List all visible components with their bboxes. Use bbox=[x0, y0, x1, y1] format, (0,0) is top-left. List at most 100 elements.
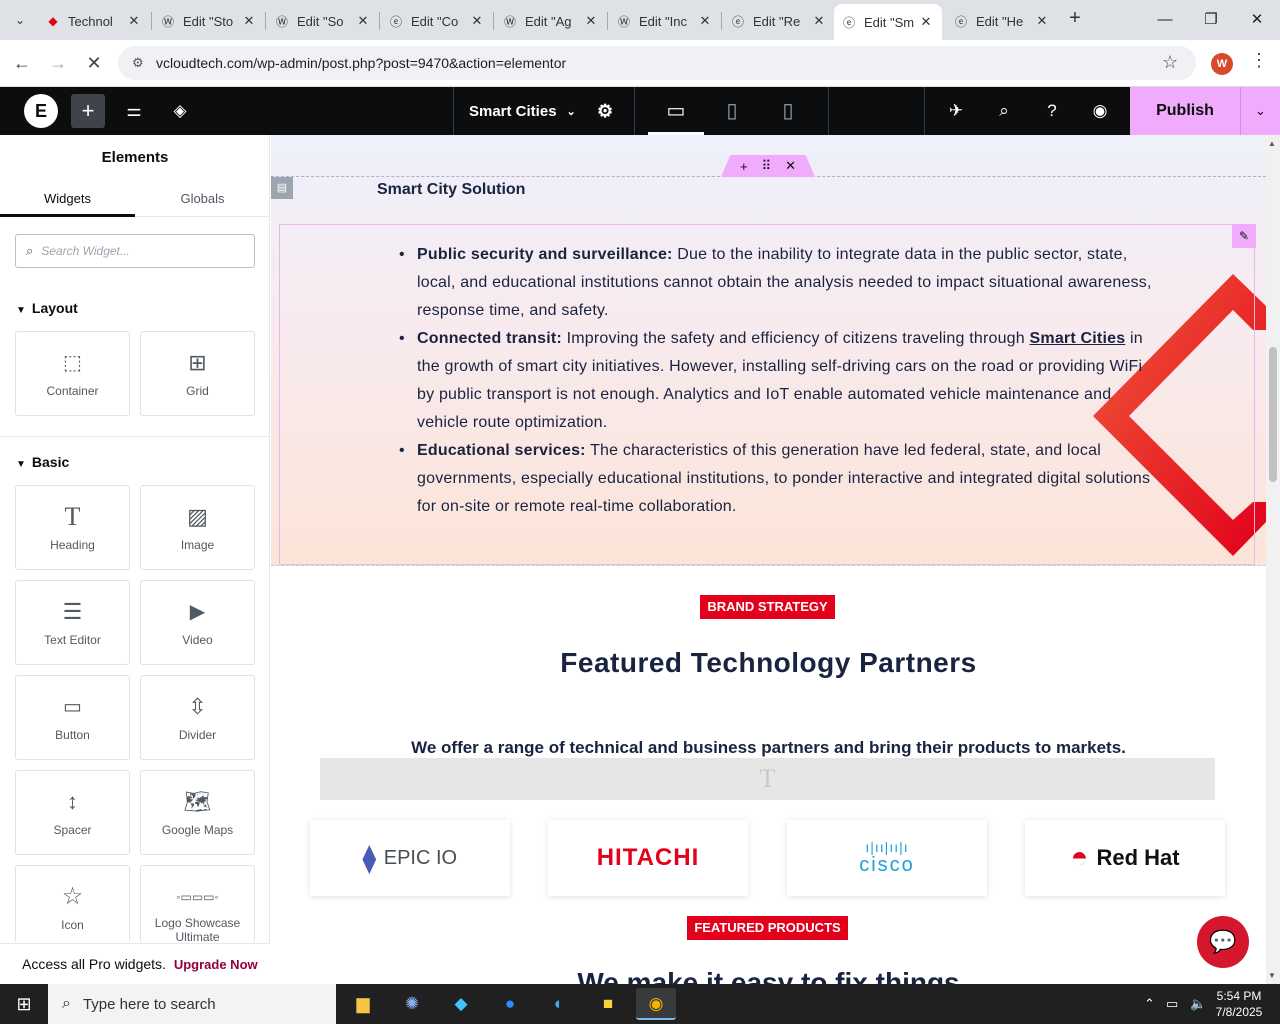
tab-globals[interactable]: Globals bbox=[135, 191, 270, 206]
taskbar-search-input[interactable]: ⌕ Type here to search bbox=[48, 984, 336, 1024]
stop-loading-icon[interactable]: ✕ bbox=[80, 50, 108, 76]
partner-name: Red Hat bbox=[1096, 845, 1180, 870]
windows-start-icon[interactable]: ⊞ bbox=[0, 984, 48, 1024]
gear-icon[interactable]: ⚙ bbox=[597, 101, 613, 122]
bookmark-star-icon[interactable]: ☆ bbox=[1162, 52, 1178, 73]
profile-avatar[interactable]: W bbox=[1211, 53, 1233, 75]
widget-grid[interactable]: ⊞ Grid bbox=[140, 331, 255, 416]
close-icon[interactable]: ✕ bbox=[583, 13, 599, 29]
category-basic[interactable]: ▼ Basic bbox=[16, 454, 69, 470]
browser-tab-active[interactable]: ⓔ Edit "Sm ✕ bbox=[834, 4, 942, 40]
tab-widgets[interactable]: Widgets bbox=[0, 191, 135, 217]
app-icon[interactable]: ◆ bbox=[441, 988, 481, 1020]
widget-logo-showcase[interactable]: ◦▭▭▭◦ Logo Showcase Ultimate bbox=[140, 865, 255, 944]
drag-handle-icon[interactable]: ⠿ bbox=[762, 158, 772, 174]
container-handle-icon[interactable]: ▤ bbox=[271, 177, 293, 199]
upgrade-now-link[interactable]: Upgrade Now bbox=[174, 957, 258, 972]
widget-text-editor[interactable]: ☰ Text Editor bbox=[15, 580, 130, 665]
mobile-view-icon[interactable]: ▯ bbox=[760, 87, 816, 135]
widget-button[interactable]: ▭ Button bbox=[15, 675, 130, 760]
smart-cities-link[interactable]: Smart Cities bbox=[1030, 330, 1126, 347]
browser-menu-icon[interactable]: ⋮ bbox=[1250, 50, 1268, 71]
document-settings[interactable]: Smart Cities ⌄ ⚙ bbox=[453, 87, 635, 135]
sticky-notes-icon[interactable]: ■ bbox=[588, 988, 628, 1020]
file-explorer-icon[interactable]: ▆ bbox=[343, 988, 383, 1020]
scroll-down-icon[interactable]: ▼ bbox=[1268, 971, 1276, 980]
widget-google-maps[interactable]: 🗺 Google Maps bbox=[140, 770, 255, 855]
back-icon[interactable]: ← bbox=[8, 50, 36, 76]
delete-section-icon[interactable]: ✕ bbox=[785, 158, 796, 174]
restore-icon[interactable]: ❐ bbox=[1188, 6, 1234, 34]
close-icon[interactable]: ✕ bbox=[469, 13, 485, 29]
tab-search-menu[interactable]: ⌄ bbox=[6, 8, 34, 32]
close-icon[interactable]: ✕ bbox=[918, 14, 934, 30]
partner-logo-cisco[interactable]: ı|ıı|ıı|ı cisco bbox=[787, 820, 987, 896]
publish-button[interactable]: Publish bbox=[1130, 87, 1240, 135]
window-close-icon[interactable]: ✕ bbox=[1234, 6, 1280, 34]
url-field[interactable]: ⚙ vcloudtech.com/wp-admin/post.php?post=… bbox=[118, 46, 1196, 80]
taskbar-search-placeholder: Type here to search bbox=[82, 995, 216, 1013]
forward-icon[interactable]: → bbox=[44, 50, 72, 76]
widget-video[interactable]: ▶ Video bbox=[140, 580, 255, 665]
chrome-icon[interactable]: ◉ bbox=[636, 988, 676, 1020]
category-layout[interactable]: ▼ Layout bbox=[16, 300, 78, 316]
preview-eye-icon[interactable]: ◉ bbox=[1088, 99, 1112, 123]
close-icon[interactable]: ✕ bbox=[697, 13, 713, 29]
clock[interactable]: 5:54 PM 7/8/2025 bbox=[1210, 988, 1268, 1020]
wordpress-icon: Ⓦ bbox=[503, 14, 516, 29]
scrollbar-thumb[interactable] bbox=[1269, 347, 1277, 482]
tablet-view-icon[interactable]: ▯ bbox=[704, 87, 760, 135]
add-section-icon[interactable]: + bbox=[740, 159, 748, 174]
close-icon[interactable]: ✕ bbox=[241, 13, 257, 29]
partner-logo-hitachi[interactable]: HITACHI bbox=[548, 820, 748, 896]
canvas-scrollbar[interactable]: ▲ ▼ bbox=[1266, 135, 1280, 984]
browser-tab[interactable]: ◆ Technol ✕ bbox=[38, 6, 150, 36]
browser-tab[interactable]: ⓔ Edit "Co ✕ bbox=[381, 6, 493, 36]
browser-tab[interactable]: ⓔ Edit "He ✕ bbox=[946, 6, 1058, 36]
widget-spacer[interactable]: ↕ Spacer bbox=[15, 770, 130, 855]
elementor-icon: ⓔ bbox=[842, 15, 855, 30]
widget-label: Button bbox=[55, 728, 90, 742]
close-icon[interactable]: ✕ bbox=[1034, 13, 1050, 29]
text-widget-placeholder[interactable]: T bbox=[320, 758, 1215, 800]
edge-icon[interactable]: ◐ bbox=[539, 988, 579, 1020]
widget-container[interactable]: ⬚ Container bbox=[15, 331, 130, 416]
notes-rocket-icon[interactable]: ✈ bbox=[944, 99, 968, 123]
search-widget-input[interactable]: ⌕ Search Widget... bbox=[15, 234, 255, 268]
publish-options-chevron-icon[interactable]: ⌄ bbox=[1240, 87, 1280, 135]
browser-tab[interactable]: Ⓦ Edit "Sto ✕ bbox=[153, 6, 265, 36]
browser-tab[interactable]: Ⓦ Edit "So ✕ bbox=[267, 6, 379, 36]
partner-logo-redhat[interactable]: ◓ Red Hat bbox=[1025, 820, 1225, 896]
add-element-icon[interactable]: + bbox=[71, 94, 105, 128]
browser-tab[interactable]: ⓔ Edit "Re ✕ bbox=[723, 6, 835, 36]
site-info-icon[interactable]: ⚙ bbox=[132, 55, 148, 71]
site-settings-sliders-icon[interactable]: ⚌ bbox=[122, 99, 146, 123]
edit-pencil-icon[interactable]: ✎ bbox=[1232, 224, 1256, 248]
smart-city-section[interactable]: + ⠿ ✕ ▤ Smart City Solution ✎ Public sec… bbox=[271, 135, 1266, 566]
widget-icon[interactable]: ☆ Icon bbox=[15, 865, 130, 943]
browser-tab[interactable]: Ⓦ Edit "Inc ✕ bbox=[609, 6, 721, 36]
volume-icon[interactable]: 🔈 bbox=[1190, 984, 1206, 1024]
minimize-icon[interactable]: — bbox=[1142, 6, 1188, 34]
close-icon[interactable]: ✕ bbox=[355, 13, 371, 29]
scroll-up-icon[interactable]: ▲ bbox=[1268, 139, 1276, 148]
desktop-view-icon[interactable]: ▭ bbox=[648, 87, 704, 135]
app-icon[interactable]: ✺ bbox=[392, 988, 432, 1020]
widget-image[interactable]: ▨ Image bbox=[140, 485, 255, 570]
structure-layers-icon[interactable]: ◈ bbox=[168, 99, 192, 123]
search-placeholder: Search Widget... bbox=[41, 244, 130, 258]
chat-bubble-icon[interactable]: 💬 bbox=[1197, 916, 1249, 968]
search-icon[interactable]: ⌕ bbox=[992, 99, 1016, 123]
close-icon[interactable]: ✕ bbox=[126, 13, 142, 29]
close-icon[interactable]: ✕ bbox=[811, 13, 827, 29]
network-icon[interactable]: ▭ bbox=[1166, 984, 1178, 1024]
widget-divider[interactable]: ⇳ Divider bbox=[140, 675, 255, 760]
new-tab-icon[interactable]: + bbox=[1064, 8, 1086, 30]
browser-tab[interactable]: Ⓦ Edit "Ag ✕ bbox=[495, 6, 607, 36]
tray-chevron-icon[interactable]: ⌃ bbox=[1144, 984, 1155, 1024]
zoom-icon[interactable]: ● bbox=[490, 988, 530, 1020]
help-icon[interactable]: ? bbox=[1040, 99, 1064, 123]
widget-heading[interactable]: T Heading bbox=[15, 485, 130, 570]
partner-logo-epicio[interactable]: ⧫ EPIC IO bbox=[310, 820, 510, 896]
elementor-logo-icon[interactable]: E bbox=[24, 94, 58, 128]
